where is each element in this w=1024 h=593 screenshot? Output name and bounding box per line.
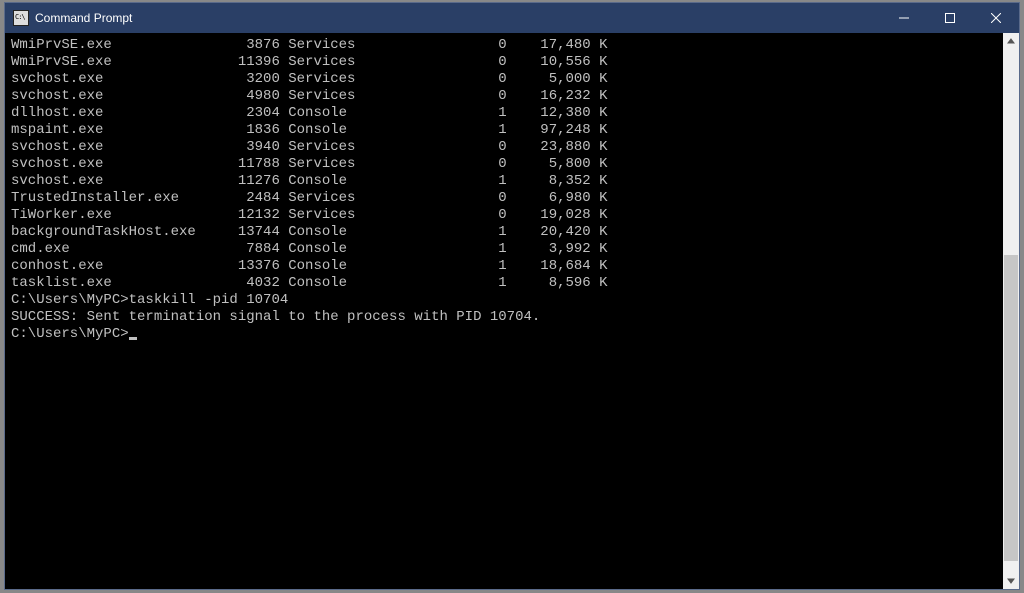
- minimize-icon: [899, 13, 909, 23]
- scroll-up-button[interactable]: [1003, 33, 1019, 49]
- chevron-up-icon: [1007, 37, 1015, 45]
- maximize-icon: [945, 13, 955, 23]
- terminal-line: svchost.exe 3940 Services 0 23,880 K: [11, 139, 999, 156]
- window-title: Command Prompt: [35, 11, 881, 25]
- terminal-line: C:\Users\MyPC>taskkill -pid 10704: [11, 292, 999, 309]
- close-icon: [991, 13, 1001, 23]
- window-controls: [881, 3, 1019, 33]
- terminal-line: backgroundTaskHost.exe 13744 Console 1 2…: [11, 224, 999, 241]
- minimize-button[interactable]: [881, 3, 927, 33]
- terminal-line: SUCCESS: Sent termination signal to the …: [11, 309, 999, 326]
- terminal-line: WmiPrvSE.exe 11396 Services 0 10,556 K: [11, 54, 999, 71]
- terminal-line: dllhost.exe 2304 Console 1 12,380 K: [11, 105, 999, 122]
- close-button[interactable]: [973, 3, 1019, 33]
- terminal-line: svchost.exe 11788 Services 0 5,800 K: [11, 156, 999, 173]
- terminal-line: svchost.exe 3200 Services 0 5,000 K: [11, 71, 999, 88]
- terminal-line: svchost.exe 11276 Console 1 8,352 K: [11, 173, 999, 190]
- chevron-down-icon: [1007, 577, 1015, 585]
- terminal-output[interactable]: WmiPrvSE.exe 3876 Services 0 17,480 KWmi…: [5, 33, 1003, 589]
- terminal-line: TrustedInstaller.exe 2484 Services 0 6,9…: [11, 190, 999, 207]
- command-prompt-window: Command Prompt WmiPrvSE.exe 3876 Service…: [4, 2, 1020, 590]
- terminal-line: conhost.exe 13376 Console 1 18,684 K: [11, 258, 999, 275]
- titlebar[interactable]: Command Prompt: [5, 3, 1019, 33]
- terminal-line: TiWorker.exe 12132 Services 0 19,028 K: [11, 207, 999, 224]
- app-icon: [13, 10, 29, 26]
- terminal-line: mspaint.exe 1836 Console 1 97,248 K: [11, 122, 999, 139]
- client-area: WmiPrvSE.exe 3876 Services 0 17,480 KWmi…: [5, 33, 1019, 589]
- maximize-button[interactable]: [927, 3, 973, 33]
- terminal-line: cmd.exe 7884 Console 1 3,992 K: [11, 241, 999, 258]
- prompt-line[interactable]: C:\Users\MyPC>: [11, 326, 999, 343]
- scrollbar-thumb[interactable]: [1004, 255, 1018, 561]
- terminal-line: WmiPrvSE.exe 3876 Services 0 17,480 K: [11, 37, 999, 54]
- terminal-line: tasklist.exe 4032 Console 1 8,596 K: [11, 275, 999, 292]
- vertical-scrollbar[interactable]: [1003, 33, 1019, 589]
- scroll-down-button[interactable]: [1003, 573, 1019, 589]
- cursor: [129, 337, 137, 340]
- terminal-line: svchost.exe 4980 Services 0 16,232 K: [11, 88, 999, 105]
